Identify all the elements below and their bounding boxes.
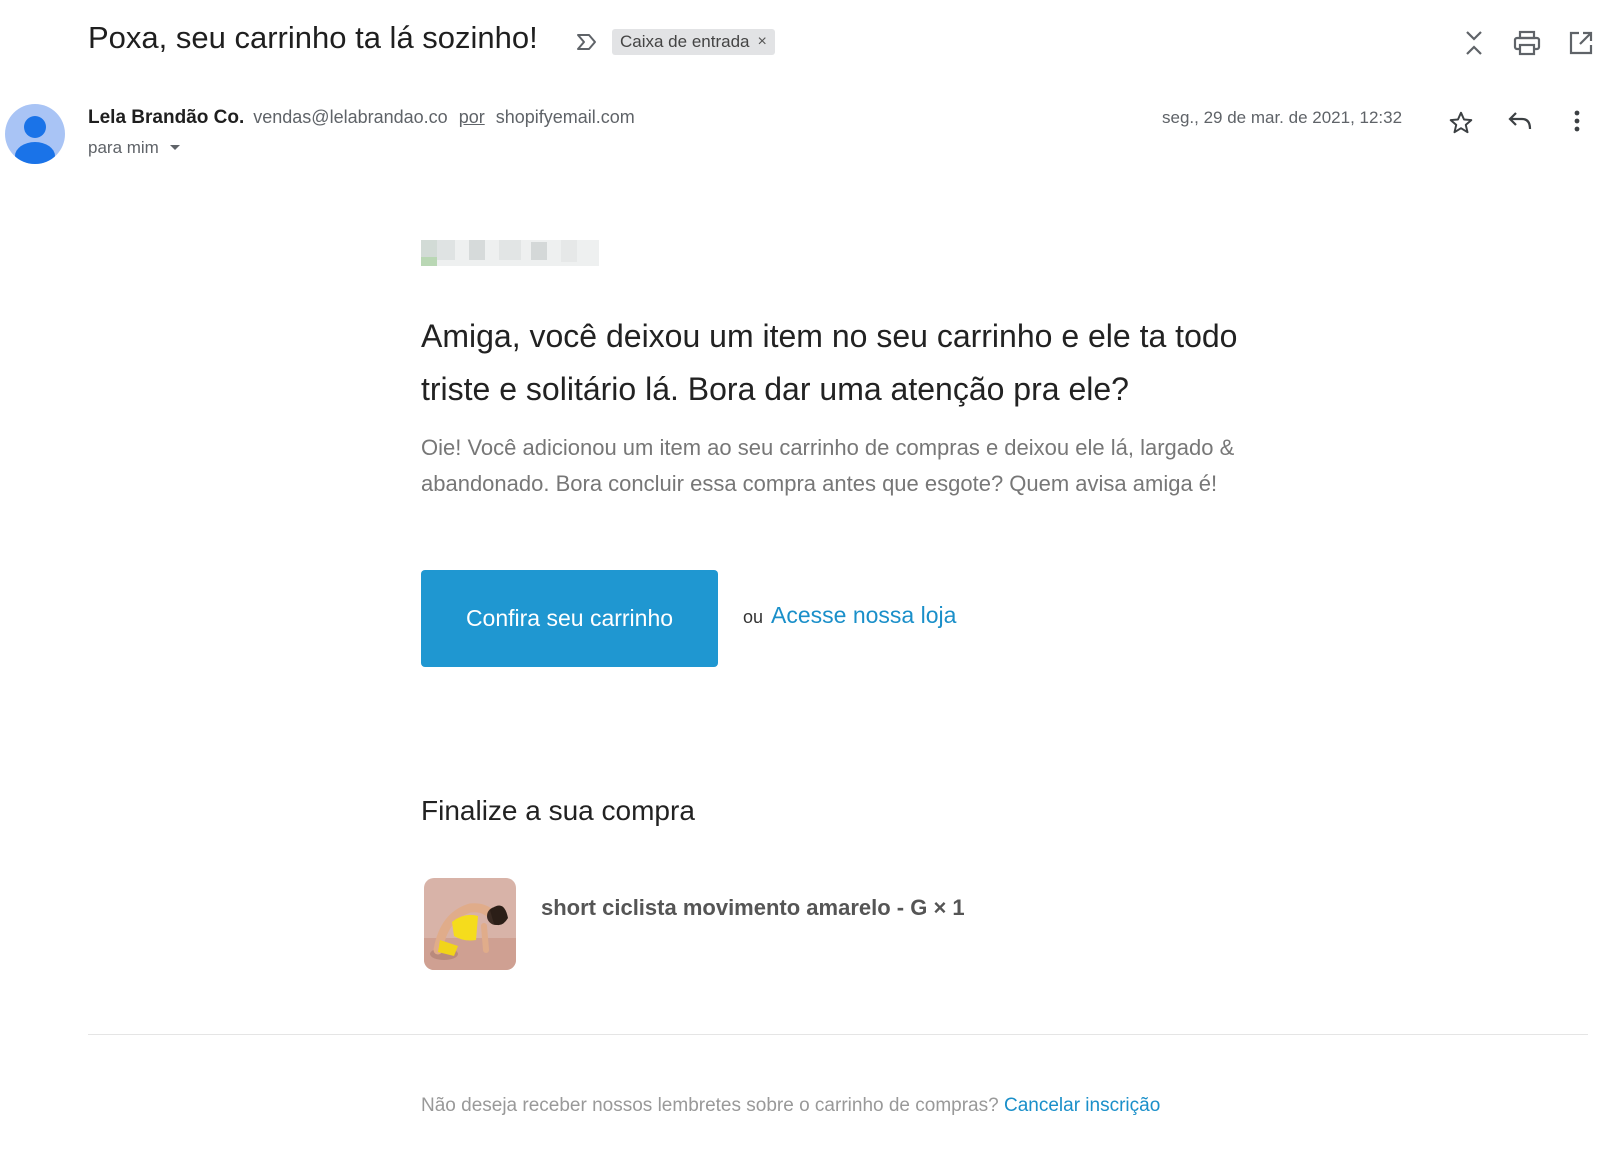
star-icon[interactable] (1446, 108, 1476, 138)
recipient-details-toggle[interactable]: para mim (88, 138, 181, 158)
section-title: Finalize a sua compra (421, 795, 695, 826)
sender-via-domain: shopifyemail.com (495, 107, 635, 127)
unsubscribe-link[interactable]: Cancelar inscrição (1004, 1095, 1160, 1116)
recipient-label: para mim (88, 138, 159, 157)
collapse-all-icon[interactable] (1459, 28, 1489, 58)
or-text: ou (743, 607, 764, 627)
inbox-label-chip: Caixa de entrada × (612, 29, 775, 55)
sender-avatar[interactable] (5, 104, 65, 164)
footer-text-block: Não deseja receber nossos lembretes sobr… (421, 1090, 1181, 1121)
product-thumbnail[interactable] (424, 878, 516, 970)
email-subject: Poxa, seu carrinho ta lá sozinho! (88, 20, 538, 55)
sender-name[interactable]: Lela Brandão Co. (88, 107, 244, 128)
divider (88, 1034, 1588, 1035)
store-link-line: ou Acesse nossa loja (743, 602, 956, 629)
inbox-label-text: Caixa de entrada (620, 32, 750, 51)
sender-email: vendas@lelabrandao.co (253, 107, 448, 127)
product-name[interactable]: short ciclista movimento amarelo - G × 1 (541, 895, 965, 921)
print-icon[interactable] (1512, 28, 1542, 58)
reply-icon[interactable] (1505, 106, 1535, 136)
email-headline: Amiga, você deixou um item no seu carrin… (421, 318, 1238, 407)
email-date: seg., 29 de mar. de 2021, 12:32 (1162, 108, 1403, 127)
visit-store-link[interactable]: Acesse nossa loja (771, 602, 956, 629)
footer-text: Não deseja receber nossos lembretes sobr… (421, 1095, 999, 1116)
chevron-down-icon (169, 145, 180, 150)
remove-label-button[interactable]: × (757, 33, 766, 51)
important-label-icon[interactable] (575, 30, 599, 54)
more-options-icon[interactable] (1562, 106, 1592, 136)
open-new-window-icon[interactable] (1566, 28, 1596, 58)
sender-line: Lela Brandão Co. vendas@lelabrandao.co p… (88, 107, 635, 129)
email-intro-text: Oie! Você adicionou um item ao seu carri… (421, 435, 1235, 496)
sender-via-link[interactable]: por (459, 107, 485, 127)
store-logo-blurred (421, 240, 599, 266)
view-cart-button[interactable]: Confira seu carrinho (421, 570, 718, 667)
